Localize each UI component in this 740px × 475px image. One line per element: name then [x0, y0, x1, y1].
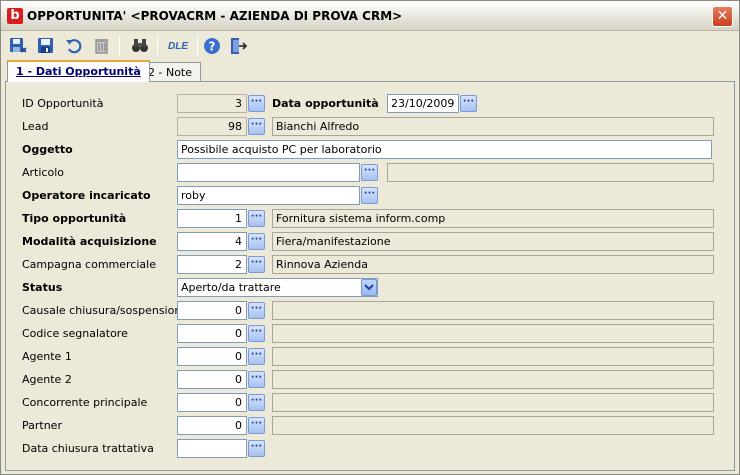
concorrente-field[interactable]: 0 — [177, 393, 247, 412]
campagna-lookup-button[interactable]: ··· — [248, 256, 265, 273]
window-title: OPPORTUNITA' <PROVACRM - AZIENDA DI PROV… — [27, 9, 403, 23]
lead-lookup-button[interactable]: ··· — [248, 118, 265, 135]
campagna-description-field: Rinnova Azienda — [272, 255, 714, 274]
partner-lookup-button[interactable]: ··· — [248, 417, 265, 434]
lead-label: Lead — [22, 120, 49, 133]
articolo-description-field — [387, 163, 714, 182]
agente2-label: Agente 2 — [22, 373, 72, 386]
toolbar: DLE ? — [1, 31, 739, 60]
oggetto-label: Oggetto — [22, 143, 73, 156]
causale-field[interactable]: 0 — [177, 301, 247, 320]
agente2-lookup-button[interactable]: ··· — [248, 371, 265, 388]
dle-label: DLE — [168, 40, 188, 52]
date-picker-button[interactable]: ··· — [460, 95, 477, 112]
id-opportunita-field: 3 — [177, 94, 247, 113]
partner-description-field — [272, 416, 714, 435]
oggetto-field[interactable]: Possibile acquisto PC per laboratorio — [177, 140, 712, 159]
causale-label: Causale chiusura/sospensione — [22, 304, 189, 317]
partner-label: Partner — [22, 419, 62, 432]
campagna-label: Campagna commerciale — [22, 258, 156, 271]
concorrente-label: Concorrente principale — [22, 396, 148, 409]
close-button[interactable]: ✕ — [712, 6, 733, 27]
agente1-description-field — [272, 347, 714, 366]
codice-segnalatore-label: Codice segnalatore — [22, 327, 128, 340]
data-chiusura-picker-button[interactable]: ··· — [248, 440, 265, 457]
concorrente-lookup-button[interactable]: ··· — [248, 394, 265, 411]
codice-segnalatore-field[interactable]: 0 — [177, 324, 247, 343]
exit-icon[interactable] — [227, 35, 249, 57]
svg-text:?: ? — [209, 40, 216, 54]
opportunity-window: b OPPORTUNITA' <PROVACRM - AZIENDA DI PR… — [0, 0, 740, 475]
data-opportunita-field[interactable]: 23/10/2009 — [387, 94, 459, 113]
causale-lookup-button[interactable]: ··· — [248, 302, 265, 319]
new-record-icon[interactable] — [7, 35, 29, 57]
tipo-opportunita-field[interactable]: 1 — [177, 209, 247, 228]
tipo-description-field: Fornitura sistema inform.comp — [272, 209, 714, 228]
articolo-label: Articolo — [22, 166, 64, 179]
data-chiusura-label: Data chiusura trattativa — [22, 442, 154, 455]
codice-description-field — [272, 324, 714, 343]
articolo-lookup-button[interactable]: ··· — [361, 164, 378, 181]
codice-lookup-button[interactable]: ··· — [248, 325, 265, 342]
undo-icon[interactable] — [63, 35, 85, 57]
operatore-label: Operatore incaricato — [22, 189, 151, 202]
tipo-opportunita-label: Tipo opportunità — [22, 212, 127, 225]
help-icon[interactable]: ? — [201, 35, 223, 57]
status-dropdown-button[interactable] — [361, 279, 377, 296]
agente1-label: Agente 1 — [22, 350, 72, 363]
dle-icon[interactable]: DLE — [165, 35, 191, 57]
modalita-acquisizione-label: Modalità acquisizione — [22, 235, 157, 248]
chevron-down-icon — [364, 284, 374, 291]
modalita-acquisizione-field[interactable]: 4 — [177, 232, 247, 251]
delete-icon[interactable] — [91, 35, 113, 57]
agente2-description-field — [272, 370, 714, 389]
modalita-lookup-button[interactable]: ··· — [248, 233, 265, 250]
agente1-field[interactable]: 0 — [177, 347, 247, 366]
partner-field[interactable]: 0 — [177, 416, 247, 435]
agente1-lookup-button[interactable]: ··· — [248, 348, 265, 365]
data-opportunita-label: Data opportunità — [272, 97, 379, 110]
causale-description-field — [272, 301, 714, 320]
campagna-field[interactable]: 2 — [177, 255, 247, 274]
concorrente-description-field — [272, 393, 714, 412]
app-logo-icon: b — [7, 8, 23, 24]
tab-dati-opportunita[interactable]: 1 - Dati Opportunità — [7, 60, 150, 82]
agente2-field[interactable]: 0 — [177, 370, 247, 389]
status-select[interactable]: Aperto/da trattare — [177, 278, 378, 297]
modalita-description-field: Fiera/manifestazione — [272, 232, 714, 251]
id-lookup-button[interactable]: ··· — [248, 95, 265, 112]
save-icon[interactable] — [35, 35, 57, 57]
data-chiusura-field[interactable] — [177, 439, 247, 458]
operatore-lookup-button[interactable]: ··· — [361, 187, 378, 204]
status-label: Status — [22, 281, 63, 294]
lead-name-field: Bianchi Alfredo — [272, 117, 714, 136]
lead-id-field: 98 — [177, 117, 247, 136]
title-bar: b OPPORTUNITA' <PROVACRM - AZIENDA DI PR… — [1, 1, 739, 31]
search-binoculars-icon[interactable] — [129, 35, 151, 57]
tipo-lookup-button[interactable]: ··· — [248, 210, 265, 227]
id-opportunita-label: ID Opportunità — [22, 97, 104, 110]
operatore-field[interactable]: roby — [177, 186, 360, 205]
articolo-field[interactable] — [177, 163, 360, 182]
